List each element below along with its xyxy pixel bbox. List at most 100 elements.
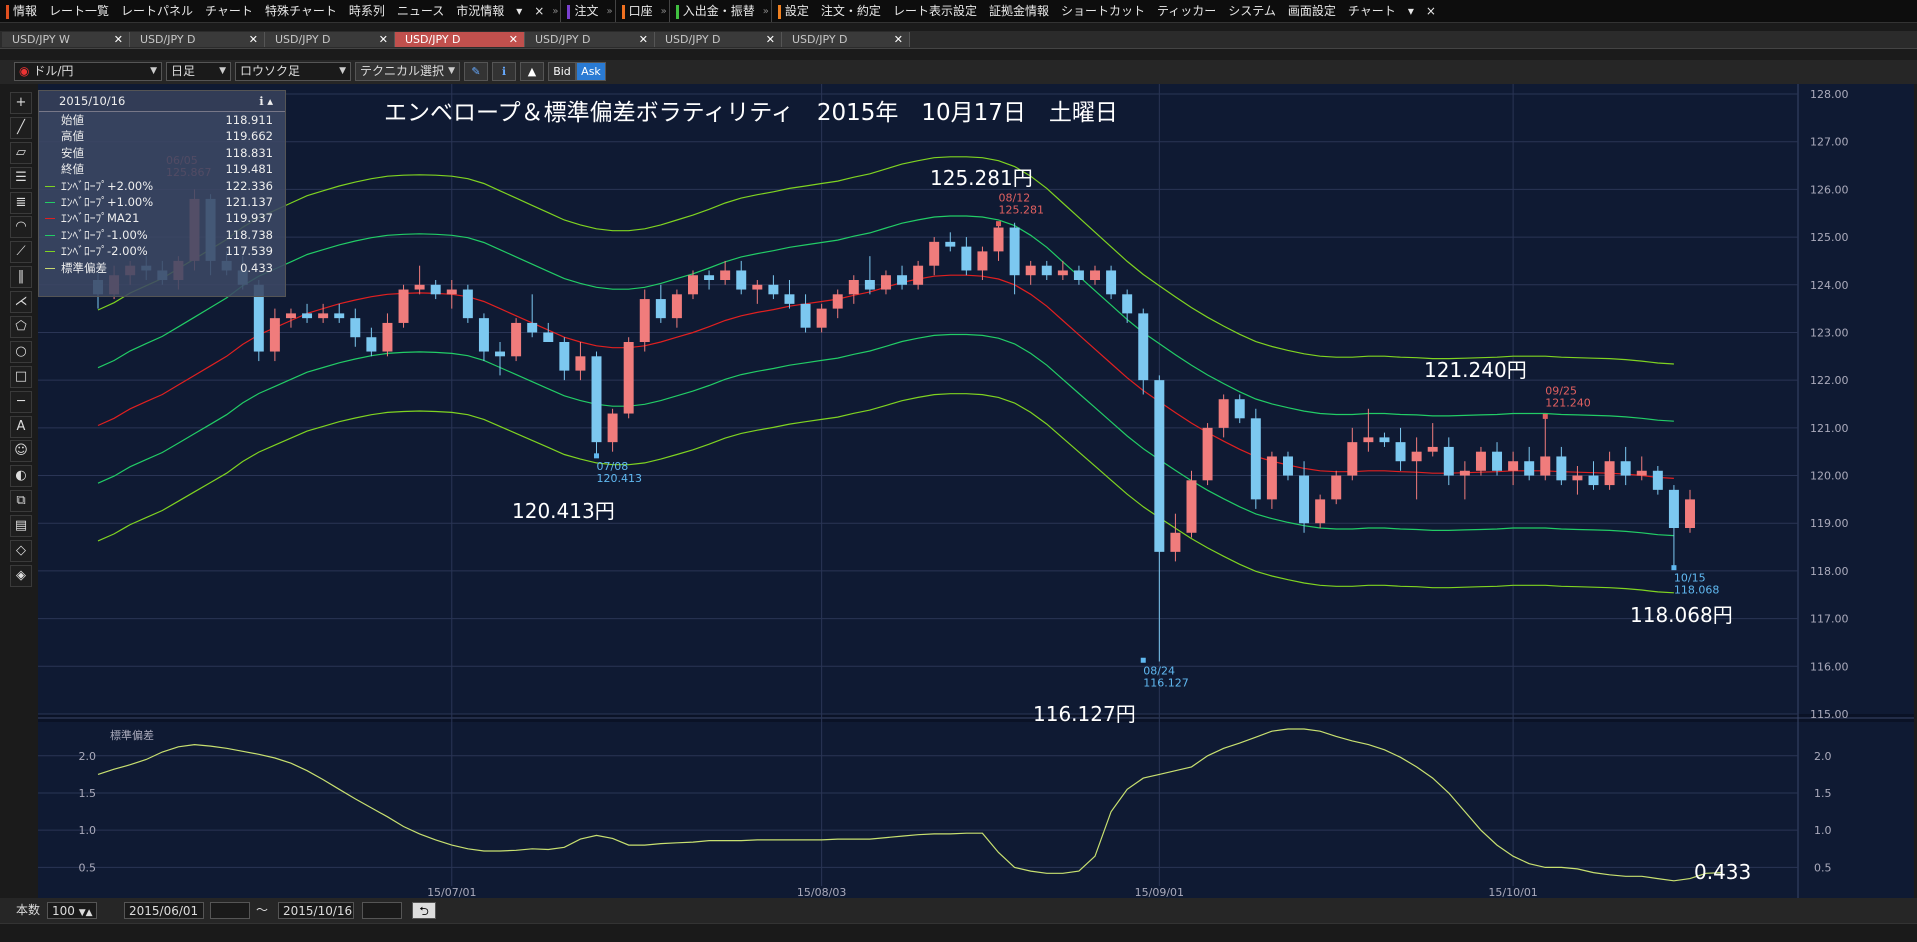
menu-item-order-exec[interactable]: 注文・約定 [815,0,887,22]
candle-body [993,227,1004,252]
menu-item-ticker[interactable]: ティッカー [1151,0,1222,22]
close-icon[interactable]: ✕ [894,32,903,47]
pen-icon[interactable]: ✎ [464,62,488,81]
eraser-all-icon[interactable]: ◈ [10,564,32,587]
candle-body [302,313,313,319]
y-tick-label: 123.00 [1810,326,1849,339]
close-icon[interactable]: ✕ [114,32,123,47]
candle-body [768,284,779,295]
vertical-lines-icon[interactable]: ‖ [10,266,32,289]
spinner-icon[interactable]: ▼▲ [79,908,93,918]
to-date-input[interactable]: 2015/10/16 [278,902,354,919]
ruler-icon[interactable]: ▱ [10,141,32,164]
period-select[interactable]: 日足 ▼ [166,62,231,81]
candle-body [285,313,296,319]
menu-item-news[interactable]: ニュース [391,0,450,22]
menu-item-chart2[interactable]: チャート [1342,0,1402,22]
circle-icon[interactable]: ○ [10,340,32,363]
magnet-icon[interactable]: ◐ [10,465,32,488]
candle-body [1379,437,1390,443]
chart-svg[interactable]: 128.00 127.00 126.00 125.00 124.00 123.00 122.… [38,84,1914,899]
chevron-down-icon[interactable]: ▾ [1402,0,1420,22]
to-time-input[interactable] [362,902,402,919]
menu-item-screen[interactable]: 画面設定 [1282,0,1342,22]
count-input[interactable]: 100 ▼▲ [47,902,97,919]
close-icon[interactable]: ✕ [639,32,648,47]
sub-y-tick-label: 1.5 [1814,787,1832,800]
candle-body [623,342,634,414]
menu-label: 情報 [13,4,38,18]
close-icon[interactable]: ✕ [249,32,258,47]
candle-body [1347,442,1358,476]
technical-select[interactable]: テクニカル選択 ▼ [355,62,460,81]
menu-item-info[interactable]: 情報 [0,0,43,22]
menu-item-rate-list[interactable]: レート一覧 [43,0,115,22]
close-icon[interactable]: ✕ [379,32,388,47]
menu-item-market[interactable]: 市況情報 [450,0,510,22]
horizontal-lines-icon[interactable]: ☰ [10,166,32,189]
menu-item-settings[interactable]: 設定 [770,0,815,22]
info-toggle-icon[interactable]: ℹ ▴ [259,91,273,111]
refresh-icon[interactable]: ⮌ [412,902,436,919]
menu-item-rate-display[interactable]: レート表示設定 [887,0,983,22]
menu-item-timeseries[interactable]: 時系列 [343,0,391,22]
menu-item-margin[interactable]: 証拠金情報 [983,0,1055,22]
menu-label: 設定 [784,4,809,18]
close-icon[interactable]: ✕ [766,32,775,47]
menu-item-rate-panel[interactable]: レートパネル [115,0,199,22]
close-icon[interactable]: × [1420,0,1442,22]
rectangle-icon[interactable]: □ [10,365,32,388]
status-footer [0,923,1917,942]
chevron-down-icon: ▼ [448,66,455,76]
candle-body [1331,475,1342,500]
eraser-icon[interactable]: ◇ [10,540,32,563]
annotation-marker [1542,413,1548,419]
info-icon[interactable]: ℹ [492,62,516,81]
menu-item-order[interactable]: 注文 [560,0,604,22]
chart-style-select[interactable]: ロウソク足 ▼ [235,62,351,81]
pitchfork-icon[interactable]: ⋌ [10,291,32,314]
menu-item-shortcut[interactable]: ショートカット [1055,0,1151,22]
sub-y-tick-label-left: 0.5 [79,861,97,874]
chart-area[interactable]: 128.00 127.00 126.00 125.00 124.00 123.00 122.… [38,84,1914,899]
bid-button[interactable]: Bid [548,62,576,81]
close-icon[interactable]: ✕ [509,32,518,47]
chevron-down-icon[interactable]: ▾ [510,0,528,22]
from-date-input[interactable]: 2015/06/01 [124,902,204,919]
menu-item-account[interactable]: 口座 [614,0,659,22]
crosshair-icon[interactable]: + [10,92,32,114]
menu-item-system[interactable]: システム [1222,0,1282,22]
close-icon[interactable]: × [528,0,550,22]
menu-label: 口座 [628,4,653,18]
tab-usdjpy-d-5[interactable]: USD/JPY D ✕ [655,32,782,47]
currency-pair-select[interactable]: ◉ ドル/円 ▼ [14,62,162,81]
from-time-input[interactable] [210,902,250,919]
menu-item-special-chart[interactable]: 特殊チャート [259,0,343,22]
tab-usdjpy-w[interactable]: USD/JPY W ✕ [2,32,130,47]
arc-icon[interactable]: ◠ [10,216,32,239]
menu-item-chart[interactable]: チャート [199,0,259,22]
trendline-icon[interactable]: ╱ [10,116,32,139]
y-tick-label: 127.00 [1810,136,1849,149]
candle-body [1250,418,1261,500]
lock-icon[interactable]: ▤ [10,515,32,538]
emoji-icon[interactable]: ☺ [10,440,32,463]
fan-icon[interactable]: ⟋ [10,241,32,264]
candle-body [736,270,747,290]
tab-usdjpy-d-4[interactable]: USD/JPY D ✕ [525,32,655,47]
fibonacci-icon[interactable]: ≣ [10,191,32,214]
area-chart-icon[interactable]: ▲ [520,62,544,81]
tab-usdjpy-d-1[interactable]: USD/JPY D ✕ [130,32,265,47]
copy-icon[interactable]: ⧉ [10,490,32,513]
ask-button[interactable]: Ask [576,62,606,81]
info-row-value: 0.433 [240,260,273,275]
menu-item-deposit[interactable]: 入出金・振替 [668,0,761,22]
horizontal-line-icon[interactable]: ─ [10,390,32,413]
pentagon-icon[interactable]: ⬠ [10,316,32,339]
text-icon[interactable]: A [10,415,32,438]
tab-label: USD/JPY D [535,33,591,46]
tab-usdjpy-d-active[interactable]: USD/JPY D ✕ [395,32,525,47]
tab-usdjpy-d-6[interactable]: USD/JPY D ✕ [782,32,910,47]
tab-label: USD/JPY D [140,33,196,46]
tab-usdjpy-d-2[interactable]: USD/JPY D ✕ [265,32,395,47]
